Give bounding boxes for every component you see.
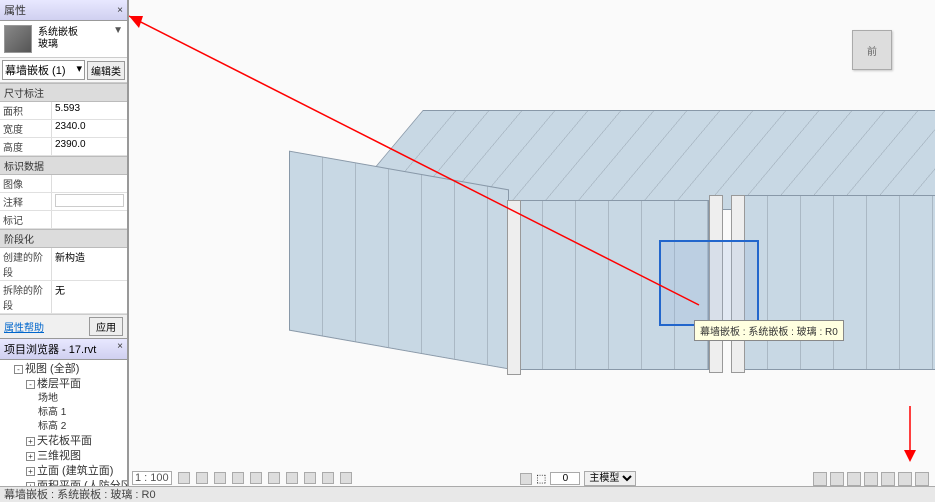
tree-item[interactable]: 标高 2 [38,420,125,434]
select-underlay-icon[interactable] [847,472,861,486]
instance-combo[interactable]: 幕墙嵌板 (1)▾ [2,60,85,80]
expand-icon[interactable]: + [26,467,35,476]
rendering-icon[interactable] [250,472,262,484]
properties-header: 属性 × [0,0,127,21]
section-dimensions[interactable]: 尺寸标注 [0,83,127,102]
edit-type-button[interactable]: 编辑类 [87,61,125,80]
viewcube-face[interactable]: 前 [852,30,892,70]
prop-key: 宽度 [0,120,52,137]
close-icon[interactable]: × [117,341,123,357]
status-text: 幕墙嵌板 : 系统嵌板 : 玻璃 : R0 [4,486,156,502]
view-control-bar: 1 : 100 [132,470,352,486]
shadows-icon[interactable] [232,472,244,484]
count-input[interactable] [550,472,580,485]
mode-select[interactable]: 主模型 [584,471,636,486]
prop-val: 无 [52,281,127,313]
prop-key: 注释 [0,193,52,210]
drag-icon[interactable] [898,472,912,486]
project-browser-tree[interactable]: -视图 (全部) -楼层平面 场地 标高 1 标高 2 +天花板平面 +三维视图… [0,360,127,486]
annotation-arrow-down [895,406,925,466]
mullion [507,200,521,375]
lock-icon[interactable] [304,472,316,484]
expand-icon[interactable]: + [26,452,35,461]
prop-key: 创建的阶段 [0,248,52,280]
temp-hide-icon[interactable] [322,472,334,484]
type-sub: 玻璃 [38,39,123,51]
apply-button[interactable]: 应用 [89,317,123,336]
expand-icon[interactable]: - [26,380,35,389]
expand-icon[interactable]: + [26,437,35,446]
select-face-icon[interactable] [881,472,895,486]
curtain-wall[interactable] [734,195,935,370]
type-name: 系统嵌板 [38,27,123,39]
crop-region-icon[interactable] [286,472,298,484]
section-phasing[interactable]: 阶段化 [0,229,127,248]
browser-title: 项目浏览器 - 17.rvt [4,341,96,357]
worksets-icon[interactable] [520,473,532,485]
prop-key: 高度 [0,138,52,155]
selection-controls [813,472,929,486]
type-thumbnail-icon [4,25,32,53]
select-pinned-icon[interactable] [864,472,878,486]
select-links-icon[interactable] [830,472,844,486]
building-model[interactable] [289,110,935,400]
prop-val: 2390.0 [52,138,127,155]
filter-icon[interactable] [915,472,929,486]
properties-help-link[interactable]: 属性帮助 [4,319,44,334]
section-identity[interactable]: 标识数据 [0,156,127,175]
type-selector[interactable]: 系统嵌板 玻璃 ▼ [0,21,127,58]
prop-val[interactable] [52,175,127,192]
prop-key: 拆除的阶段 [0,281,52,313]
prop-val: 5.593 [52,102,127,119]
chevron-down-icon[interactable]: ▼ [113,25,123,36]
prop-key: 图像 [0,175,52,192]
crop-icon[interactable] [268,472,280,484]
expand-icon[interactable]: - [14,365,23,374]
prop-val: 新构造 [52,248,127,280]
visual-style-icon[interactable] [196,472,208,484]
scale-selector[interactable]: 1 : 100 [132,471,172,485]
selected-panel-highlight[interactable] [659,240,759,326]
sun-path-icon[interactable] [214,472,226,484]
prop-val: 2340.0 [52,120,127,137]
sync-icon[interactable] [813,472,827,486]
properties-title: 属性 [4,2,26,18]
status-center-controls: ⬚ 主模型 [520,471,636,486]
reveal-icon[interactable] [340,472,352,484]
prop-key: 标记 [0,211,52,228]
properties-panel: 属性 × 系统嵌板 玻璃 ▼ 幕墙嵌板 (1)▾ 编辑类 尺寸标注 面积5.59… [0,0,128,486]
tree-item[interactable]: 标高 1 [38,406,125,420]
3d-viewport[interactable]: 幕墙嵌板 : 系统嵌板 : 玻璃 : R0 前 [128,0,935,486]
status-bar: 幕墙嵌板 : 系统嵌板 : 玻璃 : R0 [0,486,935,500]
element-tooltip: 幕墙嵌板 : 系统嵌板 : 玻璃 : R0 [694,320,844,341]
chevron-down-icon: ▾ [76,62,82,78]
detail-level-icon[interactable] [178,472,190,484]
prop-val[interactable] [52,211,127,228]
tree-item[interactable]: 场地 [38,392,125,406]
close-icon[interactable]: × [117,5,123,16]
comment-input[interactable] [55,194,124,207]
prop-key: 面积 [0,102,52,119]
viewcube[interactable]: 前 [852,30,900,78]
curtain-wall[interactable] [289,151,509,370]
project-browser-header: 项目浏览器 - 17.rvt × [0,338,127,360]
